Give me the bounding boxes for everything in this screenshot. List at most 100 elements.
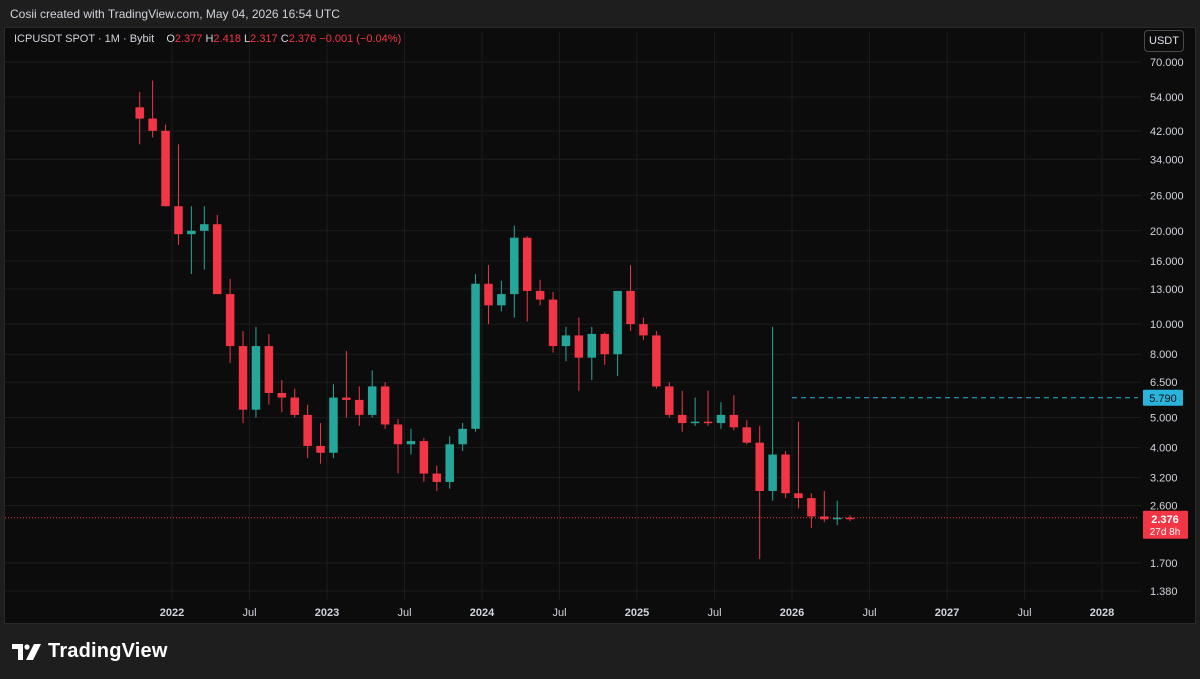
candle-body	[174, 206, 183, 235]
candle[interactable]	[690, 397, 700, 426]
candle[interactable]	[497, 280, 506, 312]
candle[interactable]	[135, 92, 144, 145]
candle[interactable]	[574, 317, 584, 391]
high-value: 2.418	[213, 33, 241, 45]
candle[interactable]	[329, 384, 338, 459]
time-axis[interactable]: 2022 Jul 2023 Jul 2024 Jul 2025 Jul 2026 Jul 2027 J…	[160, 607, 1114, 619]
candle[interactable]	[148, 80, 157, 138]
candle-body	[626, 290, 635, 325]
time-tick-label: 2023	[315, 607, 339, 619]
candle[interactable]	[212, 214, 222, 295]
candle[interactable]	[316, 423, 325, 464]
candle[interactable]	[781, 451, 790, 499]
candle-body	[755, 442, 764, 491]
candle[interactable]	[729, 395, 739, 431]
time-tick-label: 2028	[1090, 607, 1114, 619]
candle[interactable]	[290, 388, 299, 418]
candle[interactable]	[703, 390, 713, 426]
candle-body	[807, 498, 816, 517]
candle[interactable]	[471, 274, 480, 432]
candle-body	[703, 421, 713, 424]
candle[interactable]	[161, 124, 170, 207]
price-tick-label: 6.500	[1150, 377, 1178, 389]
candle[interactable]	[652, 331, 661, 389]
candle[interactable]	[510, 225, 519, 318]
candle-body	[225, 294, 235, 347]
candle-body	[251, 346, 261, 410]
candle[interactable]	[613, 290, 622, 377]
candle[interactable]	[200, 206, 209, 270]
candle[interactable]	[264, 333, 274, 405]
candle[interactable]	[677, 390, 687, 432]
time-tick-label: 2027	[935, 607, 959, 619]
candle[interactable]	[380, 382, 390, 429]
candle[interactable]	[393, 418, 403, 474]
candle-body	[832, 517, 842, 520]
candle-body	[393, 424, 403, 445]
candle[interactable]	[522, 236, 532, 322]
candle[interactable]	[639, 317, 648, 340]
candle-body	[355, 399, 364, 415]
currency-button[interactable]: USDT	[1144, 30, 1184, 52]
candle[interactable]	[484, 265, 493, 325]
candle-body	[522, 237, 532, 291]
candle[interactable]	[445, 436, 454, 489]
candle[interactable]	[187, 206, 196, 275]
candles[interactable]	[135, 80, 855, 559]
candle-body	[742, 427, 752, 443]
candle-body	[135, 107, 144, 119]
candle[interactable]	[794, 421, 803, 509]
level-price-text: 5.790	[1149, 393, 1177, 405]
candle-body	[342, 397, 351, 400]
candle[interactable]	[548, 291, 558, 353]
candle-body	[690, 421, 700, 424]
candle[interactable]	[238, 331, 248, 424]
candle-body	[639, 324, 648, 336]
candle[interactable]	[535, 279, 545, 306]
candle[interactable]	[845, 515, 855, 522]
candle-body	[264, 346, 274, 393]
candlestick-chart[interactable]: 70.000 54.000 42.000 34.000 26.000 20.000 16.0…	[0, 0, 1200, 679]
price-tick-label: 1.700	[1150, 558, 1178, 570]
candle[interactable]	[716, 402, 726, 429]
candle[interactable]	[355, 386, 364, 426]
candle[interactable]	[458, 423, 467, 452]
candle-body	[432, 473, 442, 482]
last-price-text: 2.376	[1151, 514, 1179, 526]
tradingview-logo-icon	[12, 643, 41, 660]
tradingview-brand[interactable]: TradingView	[12, 640, 168, 663]
time-tick-label: Jul	[862, 607, 876, 619]
candle[interactable]	[367, 370, 377, 418]
candle[interactable]	[626, 265, 635, 332]
candle[interactable]	[251, 326, 261, 418]
candle[interactable]	[600, 332, 609, 365]
candle[interactable]	[419, 437, 429, 482]
time-tick-label: 2026	[780, 607, 804, 619]
candle[interactable]	[755, 425, 764, 559]
price-tick-label: 26.000	[1150, 190, 1184, 202]
candle[interactable]	[406, 428, 416, 455]
candle-body	[587, 333, 597, 358]
candle[interactable]	[768, 326, 777, 501]
candle-body	[458, 428, 467, 445]
low-value: 2.317	[250, 33, 278, 45]
candle-body	[794, 493, 803, 499]
time-tick-label: 2024	[470, 607, 495, 619]
candle[interactable]	[303, 404, 312, 459]
candle[interactable]	[432, 465, 442, 491]
candle[interactable]	[587, 326, 597, 381]
candle[interactable]	[277, 380, 287, 413]
candle[interactable]	[561, 326, 571, 362]
candle[interactable]	[742, 420, 752, 445]
candle[interactable]	[225, 278, 235, 363]
time-tick-label: 2022	[160, 607, 184, 619]
candle[interactable]	[342, 350, 351, 418]
candle-body	[329, 397, 338, 453]
candle[interactable]	[665, 382, 674, 418]
candle-body	[419, 441, 429, 474]
time-tick-label: Jul	[397, 607, 411, 619]
symbol-name[interactable]: ICPUSDT SPOT · 1M · Bybit	[14, 33, 154, 45]
candle[interactable]	[832, 500, 842, 526]
candle[interactable]	[807, 493, 816, 529]
time-tick-label: Jul	[1017, 607, 1031, 619]
